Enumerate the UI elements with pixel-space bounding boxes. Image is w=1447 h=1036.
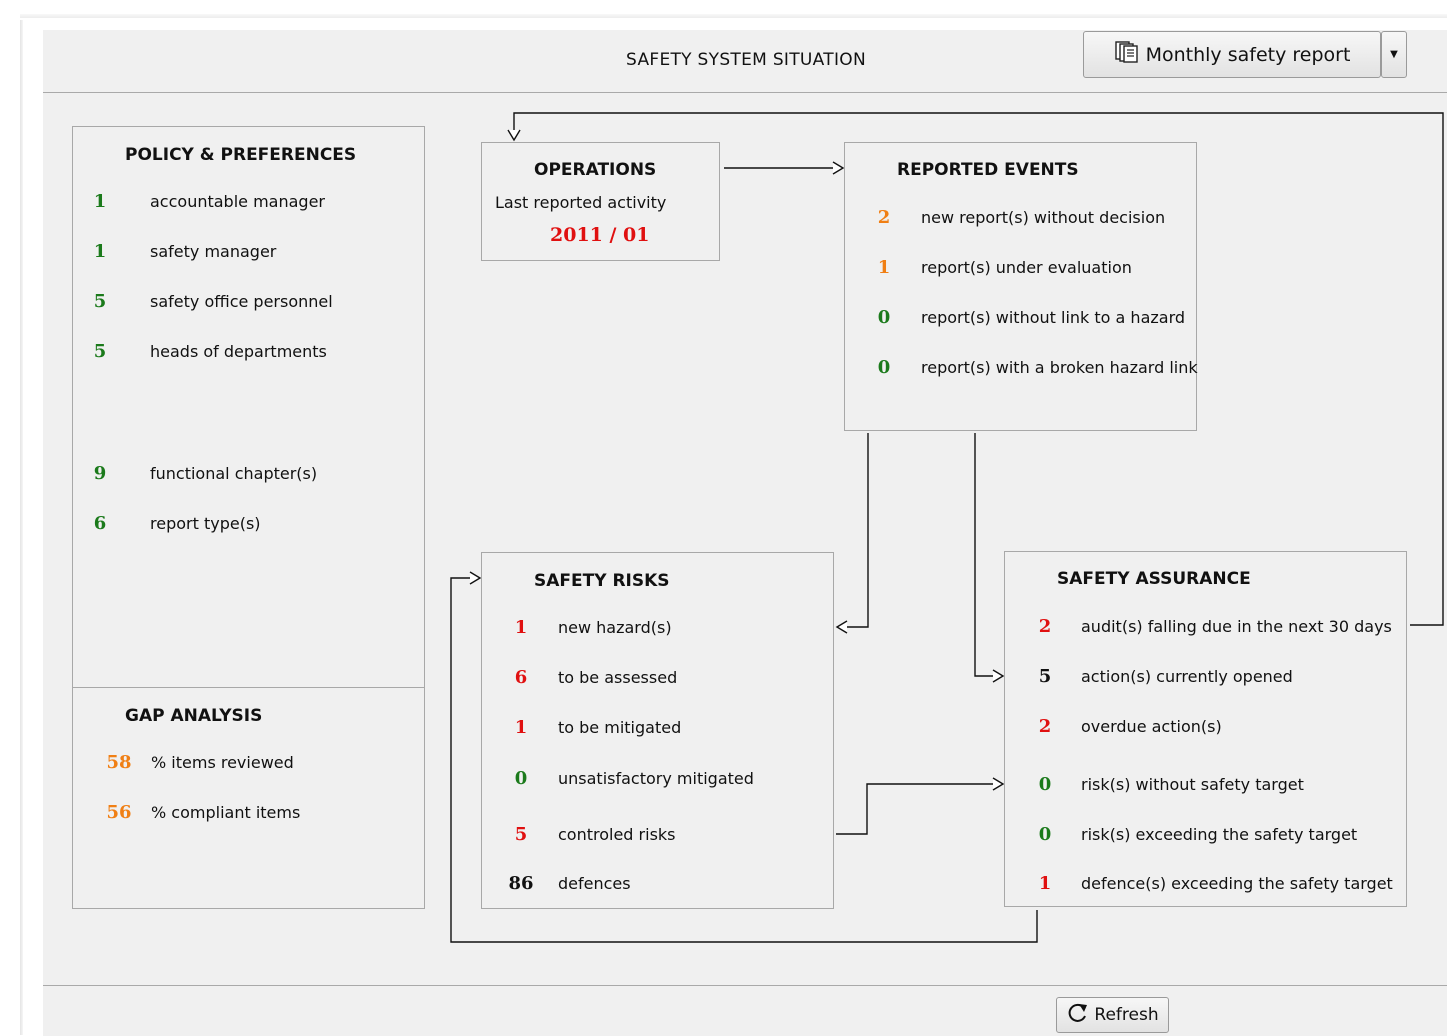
assurance-metric-value: 2 <box>1038 716 1052 737</box>
policy-gap-divider <box>72 687 425 688</box>
risk-metric-value: 0 <box>514 768 528 789</box>
assurance-metric-label: risk(s) exceeding the safety target <box>1081 825 1358 844</box>
risk-metric-label: defences <box>558 874 631 893</box>
risk-metric-label: unsatisfactory mitigated <box>558 769 754 788</box>
assurance-metric-value: 2 <box>1038 616 1052 637</box>
policy-metric-value: 1 <box>93 191 107 212</box>
gap-metric-label: % compliant items <box>151 803 301 822</box>
reported-events-title: REPORTED EVENTS <box>897 160 1079 180</box>
refresh-label: Refresh <box>1094 1005 1159 1025</box>
event-metric-value: 2 <box>877 207 891 228</box>
assurance-metric-label: risk(s) without safety target <box>1081 775 1304 794</box>
event-metric-label: new report(s) without decision <box>921 208 1166 227</box>
policy-metric-value: 9 <box>93 463 107 484</box>
policy-metric-label: report type(s) <box>150 514 261 533</box>
refresh-button[interactable]: Refresh <box>1056 997 1169 1033</box>
assurance-metric-value: 1 <box>1038 873 1052 894</box>
policy-metric-label: functional chapter(s) <box>150 464 318 483</box>
policy-metric-value: 1 <box>93 241 107 262</box>
assurance-metric-value: 0 <box>1038 824 1052 845</box>
event-metric-value: 0 <box>877 307 891 328</box>
policy-metric-label: safety manager <box>150 242 277 261</box>
risk-metric-label: controled risks <box>558 825 676 844</box>
event-metric-label: report(s) without link to a hazard <box>921 308 1186 327</box>
policy-metric-label: safety office personnel <box>150 292 333 311</box>
policy-metric-value: 5 <box>93 291 107 312</box>
event-metric-value: 0 <box>877 357 891 378</box>
event-metric-label: report(s) under evaluation <box>921 258 1132 277</box>
risk-metric-label: to be assessed <box>558 668 678 687</box>
policy-title: POLICY & PREFERENCES <box>125 145 357 165</box>
risk-metric-value: 6 <box>514 667 528 688</box>
policy-metric-label: heads of departments <box>150 342 327 361</box>
assurance-metric-label: overdue action(s) <box>1081 717 1222 736</box>
last-activity-date: 2011 / 01 <box>550 224 650 246</box>
risk-metric-value: 1 <box>514 717 528 738</box>
operations-subtitle: Last reported activity <box>495 193 667 212</box>
connector-risks-to-assurance <box>836 783 998 835</box>
assurance-metric-value: 0 <box>1038 774 1052 795</box>
gap-metric-label: % items reviewed <box>151 753 294 772</box>
connector-events-to-assurance <box>974 433 998 677</box>
policy-metric-value: 5 <box>93 341 107 362</box>
reported-events-box <box>844 142 1197 431</box>
event-metric-label: report(s) with a broken hazard link <box>921 358 1198 377</box>
policy-metric-label: accountable manager <box>150 192 325 211</box>
risk-metric-label: new hazard(s) <box>558 618 672 637</box>
gap-metric-value: 58 <box>106 752 132 773</box>
risk-metric-value: 1 <box>514 617 528 638</box>
event-metric-value: 1 <box>877 257 891 278</box>
assurance-metric-label: action(s) currently opened <box>1081 667 1293 686</box>
assurance-metric-label: defence(s) exceeding the safety target <box>1081 874 1393 893</box>
operations-title: OPERATIONS <box>534 160 657 180</box>
risk-metric-value: 86 <box>508 873 534 894</box>
risk-metric-label: to be mitigated <box>558 718 682 737</box>
assurance-metric-value: 5 <box>1038 666 1052 687</box>
gap-analysis-title: GAP ANALYSIS <box>125 706 263 726</box>
footer-divider <box>43 985 1447 986</box>
gap-metric-value: 56 <box>106 802 132 823</box>
safety-assurance-title: SAFETY ASSURANCE <box>1057 569 1251 589</box>
refresh-icon <box>1066 1002 1090 1029</box>
policy-metric-value: 6 <box>93 513 107 534</box>
safety-risks-title: SAFETY RISKS <box>534 571 670 591</box>
assurance-metric-label: audit(s) falling due in the next 30 days <box>1081 617 1392 636</box>
risk-metric-value: 5 <box>514 824 528 845</box>
connector-events-to-risks <box>840 433 869 628</box>
